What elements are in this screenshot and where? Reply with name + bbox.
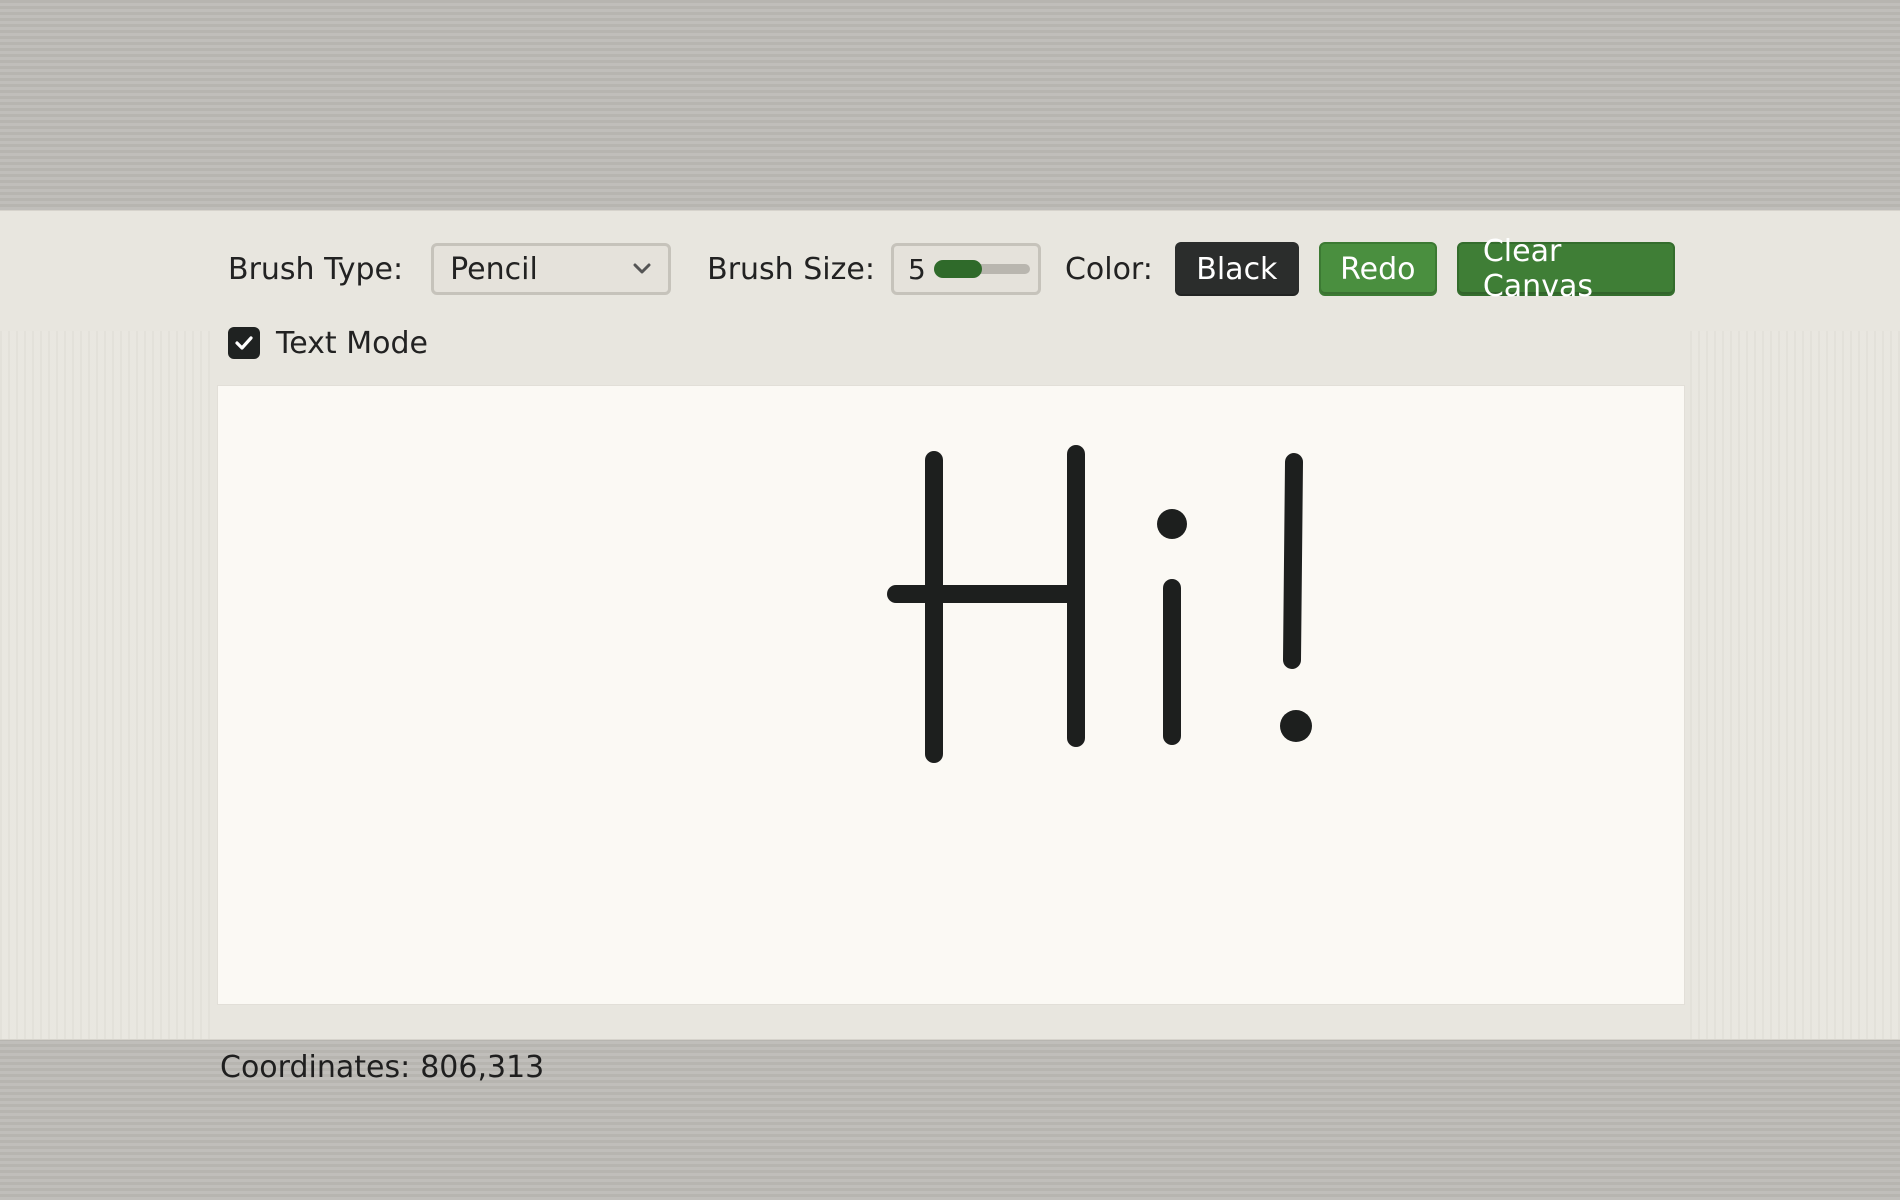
chevron-down-icon: [633, 263, 651, 274]
coordinates-label: Coordinates:: [220, 1050, 411, 1085]
coordinates-readout: Coordinates: 806,313: [220, 1050, 544, 1085]
color-label: Color:: [1064, 251, 1153, 287]
panel-right-edge: [1690, 331, 1900, 1039]
coordinates-value: 806,313: [420, 1050, 545, 1085]
text-mode-toggle[interactable]: Text Mode: [228, 323, 428, 363]
brush-size-label: Brush Size:: [707, 251, 875, 287]
color-black-button[interactable]: Black: [1174, 242, 1299, 296]
text-mode-checkbox[interactable]: [228, 327, 260, 359]
text-mode-label: Text Mode: [276, 325, 428, 361]
slider-fill[interactable]: [933, 260, 982, 278]
brush-size-value: 5: [907, 252, 926, 286]
brush-size-slider[interactable]: 5: [890, 243, 1041, 295]
panel-left-edge: [0, 331, 210, 1039]
slider-track: [933, 260, 1030, 278]
clear-canvas-button[interactable]: Clear Canvas: [1456, 234, 1675, 304]
drawing-surface: [887, 445, 1312, 763]
page: Brush Type: Pencil Brush Size: 5 Color: …: [0, 0, 1900, 1200]
brush-type-label: Brush Type:: [228, 251, 404, 287]
drawing-canvas[interactable]: [218, 386, 1684, 1004]
brush-type-value: Pencil: [450, 251, 538, 287]
brush-type-select[interactable]: Pencil: [431, 243, 672, 295]
checkmark-icon: [235, 336, 253, 350]
toolbar: Brush Type: Pencil Brush Size: 5 Color: …: [228, 234, 1675, 304]
stroke-i-dot: [1157, 509, 1187, 539]
stroke-excl-stem: [1283, 453, 1303, 669]
redo-button[interactable]: Redo: [1318, 242, 1437, 296]
stroke-excl-dot: [1280, 710, 1312, 742]
